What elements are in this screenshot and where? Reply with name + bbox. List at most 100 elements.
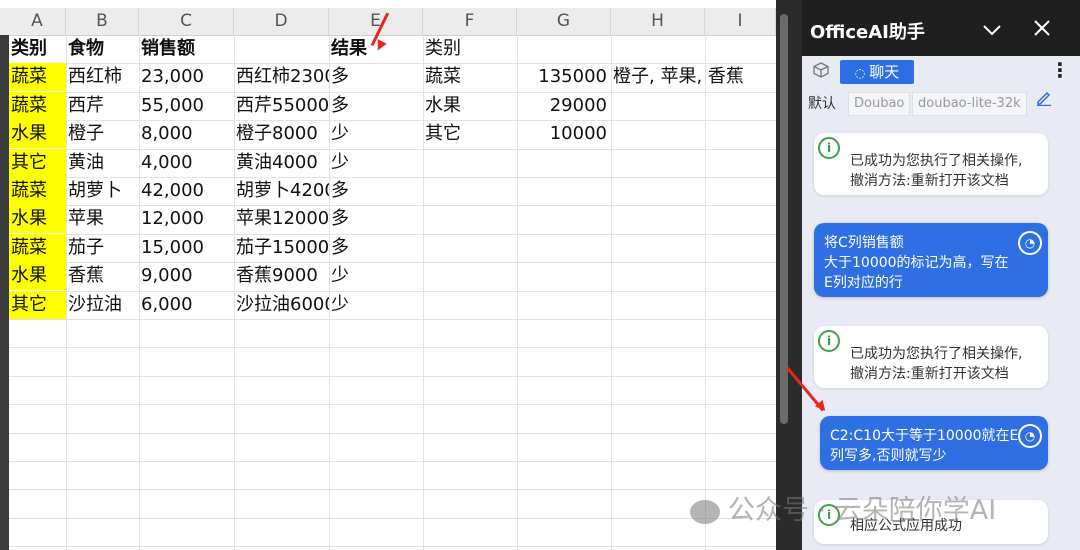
cell-f5[interactable] [423, 149, 517, 177]
cell-d5[interactable]: 黄油4000 [234, 149, 329, 177]
cell-g3[interactable]: 29000 [517, 92, 611, 120]
cell-e2[interactable]: 多 [329, 63, 423, 91]
cell-b9[interactable]: 香蕉 [66, 262, 139, 290]
cell-g8[interactable] [517, 234, 611, 262]
cell-c4[interactable]: 8,000 [139, 120, 234, 148]
cell-e10[interactable]: 少 [329, 291, 423, 319]
cell-g7[interactable] [517, 205, 611, 233]
cell-g2[interactable]: 135000 [517, 63, 611, 91]
cell-c9[interactable]: 9,000 [139, 262, 234, 290]
cell-a10[interactable]: 其它 [9, 290, 66, 319]
cell-a7[interactable]: 水果 [9, 205, 66, 234]
close-icon[interactable] [1024, 12, 1060, 48]
column-header-c[interactable]: C [139, 8, 234, 35]
cell-e7[interactable]: 多 [329, 205, 423, 233]
column-header-h[interactable]: H [611, 8, 705, 35]
cell-d10[interactable]: 沙拉油6000 [234, 291, 329, 319]
more-vertical-icon[interactable]: ⋮ [1050, 58, 1070, 82]
cell-c3[interactable]: 55,000 [139, 92, 234, 120]
cell-c6[interactable]: 42,000 [139, 177, 234, 205]
cell-d1[interactable] [234, 35, 329, 63]
cell-d6[interactable]: 胡萝卜42000 [234, 177, 329, 205]
cell-b6[interactable]: 胡萝卜 [66, 177, 139, 205]
column-header-f[interactable]: F [423, 8, 517, 35]
cell-e9[interactable]: 少 [329, 262, 423, 290]
cell-f4[interactable]: 其它 [423, 120, 517, 148]
cell-e3[interactable]: 多 [329, 92, 423, 120]
cell-d2[interactable]: 西红柿23000 [234, 63, 329, 91]
column-header-b[interactable]: B [66, 8, 139, 35]
cell-b8[interactable]: 茄子 [66, 234, 139, 262]
cell-h10[interactable] [611, 291, 776, 319]
sheet-vertical-scrollbar[interactable] [780, 14, 788, 424]
model-select[interactable]: doubao-lite-32k [912, 92, 1027, 116]
cell-e4[interactable]: 少 [329, 120, 423, 148]
column-header-g[interactable]: G [517, 8, 611, 35]
cell-f10[interactable] [423, 291, 517, 319]
cell-f2[interactable]: 蔬菜 [423, 63, 517, 91]
cell-h6[interactable] [611, 177, 776, 205]
cell-c1[interactable]: 销售额 [139, 35, 234, 63]
cell-a8[interactable]: 蔬菜 [9, 233, 66, 262]
cell-h1[interactable] [611, 35, 776, 63]
cube-icon[interactable] [810, 62, 832, 84]
pencil-edit-icon[interactable] [1036, 90, 1052, 110]
cell-a2[interactable]: 蔬菜 [9, 63, 66, 92]
cell-c8[interactable]: 15,000 [139, 234, 234, 262]
cell-b4[interactable]: 橙子 [66, 120, 139, 148]
cell-e6[interactable]: 多 [329, 177, 423, 205]
cell-a1[interactable]: 类别 [9, 35, 66, 63]
cell-d7[interactable]: 苹果12000 [234, 205, 329, 233]
cell-f8[interactable] [423, 234, 517, 262]
cell-f3[interactable]: 水果 [423, 92, 517, 120]
cell-e5[interactable]: 少 [329, 149, 423, 177]
tab-chat[interactable]: ◌ 聊天 [840, 60, 914, 84]
cell-h4[interactable] [611, 120, 776, 148]
user-avatar-icon: ◔ [1018, 424, 1042, 448]
cell-h7[interactable] [611, 205, 776, 233]
cell-h9[interactable] [611, 262, 776, 290]
cell-g1[interactable] [517, 35, 611, 63]
cell-d8[interactable]: 茄子15000 [234, 234, 329, 262]
cell-b3[interactable]: 西芹 [66, 92, 139, 120]
spreadsheet[interactable]: A B C D E F G H I 类别 食物 销售额 结果 类别 蔬菜 西红柿 23,000… [0, 0, 776, 550]
cell-a3[interactable]: 蔬菜 [9, 91, 66, 120]
cell-b1[interactable]: 食物 [66, 35, 139, 63]
cell-d3[interactable]: 西芹55000 [234, 92, 329, 120]
cell-h2[interactable]: 橙子, 苹果, 香蕉 [611, 63, 776, 91]
cell-b2[interactable]: 西红柿 [66, 63, 139, 91]
cell-h5[interactable] [611, 149, 776, 177]
cell-b10[interactable]: 沙拉油 [66, 291, 139, 319]
cell-a9[interactable]: 水果 [9, 262, 66, 291]
cell-d4[interactable]: 橙子8000 [234, 120, 329, 148]
cell-f9[interactable] [423, 262, 517, 290]
cell-a6[interactable]: 蔬菜 [9, 177, 66, 205]
column-header-a[interactable]: A [9, 8, 66, 35]
chevron-down-icon[interactable] [974, 12, 1010, 48]
column-header-i[interactable]: I [705, 8, 776, 35]
cell-g9[interactable] [517, 262, 611, 290]
cell-c5[interactable]: 4,000 [139, 149, 234, 177]
provider-select[interactable]: Doubao [848, 92, 911, 116]
cell-c2[interactable]: 23,000 [139, 63, 234, 91]
cell-c7[interactable]: 12,000 [139, 205, 234, 233]
cell-e8[interactable]: 多 [329, 234, 423, 262]
message-line: 撤消方法:重新打开该文档 [850, 366, 1009, 382]
cell-g5[interactable] [517, 149, 611, 177]
cell-a5[interactable]: 其它 [9, 148, 66, 177]
cell-f7[interactable] [423, 205, 517, 233]
cell-g10[interactable] [517, 291, 611, 319]
cell-c10[interactable]: 6,000 [139, 291, 234, 319]
cell-g4[interactable]: 10000 [517, 120, 611, 148]
cell-b7[interactable]: 苹果 [66, 205, 139, 233]
cell-h8[interactable] [611, 234, 776, 262]
cell-f1[interactable]: 类别 [423, 35, 517, 63]
cell-h3[interactable] [611, 92, 776, 120]
cell-b5[interactable]: 黄油 [66, 149, 139, 177]
column-header-d[interactable]: D [234, 8, 329, 35]
cell-d9[interactable]: 香蕉9000 [234, 262, 329, 290]
cell-a4[interactable]: 水果 [9, 120, 66, 149]
watermark: 公众号 · 云朵陪你学AI [690, 488, 996, 527]
cell-g6[interactable] [517, 177, 611, 205]
cell-f6[interactable] [423, 177, 517, 205]
